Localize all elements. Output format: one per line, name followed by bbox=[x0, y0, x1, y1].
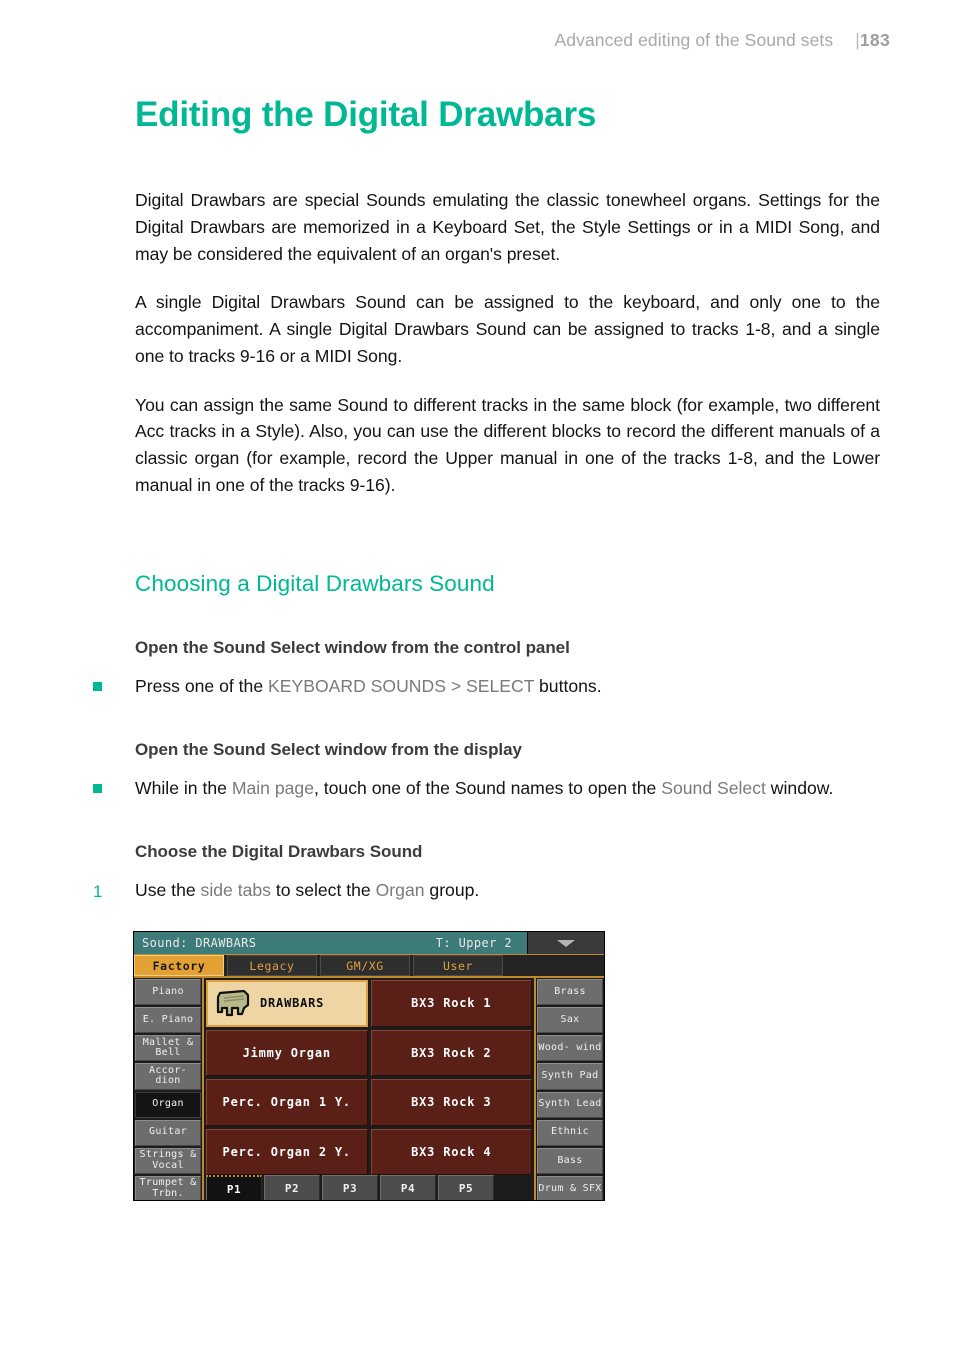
bullet-marker bbox=[93, 673, 135, 699]
side-tab-synth-pad[interactable]: Synth Pad bbox=[537, 1063, 603, 1090]
side-tab-accordion[interactable]: Accor- dion bbox=[135, 1063, 201, 1090]
step-choose-sound: 1 Use the side tabs to select the Organ … bbox=[93, 862, 880, 905]
page-title: Editing the Digital Drawbars bbox=[135, 95, 597, 134]
sound-select-window-figure: Sound: DRAWBARS T: Upper 2 Factory Legac… bbox=[133, 931, 605, 1201]
procedure-title-choose-sound: Choose the Digital Drawbars Sound bbox=[135, 842, 423, 862]
step-suffix: group. bbox=[424, 880, 480, 901]
sound-button-perc-organ-1[interactable]: Perc. Organ 1 Y. bbox=[206, 1079, 368, 1126]
side-tab-e-piano[interactable]: E. Piano bbox=[135, 1007, 201, 1034]
organ-icon bbox=[216, 990, 250, 1017]
side-tab-ethnic[interactable]: Ethnic bbox=[537, 1119, 603, 1146]
side-tab-strings-vocal[interactable]: Strings & Vocal bbox=[135, 1147, 201, 1174]
side-tab-guitar[interactable]: Guitar bbox=[135, 1119, 201, 1146]
step-ui-reference: Main page bbox=[231, 777, 314, 798]
tab-user[interactable]: User bbox=[413, 955, 503, 976]
step-text: Press one of the KEYBOARD SOUNDS > SELEC… bbox=[135, 673, 880, 699]
device-source-tabs: Factory Legacy GM/XG User bbox=[134, 955, 604, 978]
page-tab-p5[interactable]: P5 bbox=[438, 1175, 494, 1200]
bullet-marker bbox=[93, 775, 135, 801]
device-body: Piano E. Piano Mallet & Bell Accor- dion… bbox=[134, 978, 604, 1200]
intro-paragraph-3: You can assign the same Sound to differe… bbox=[135, 394, 880, 495]
page-tab-p3[interactable]: P3 bbox=[322, 1175, 378, 1200]
step-ui-reference-2: Sound Select bbox=[661, 777, 766, 798]
sound-list-panel: DRAWBARS BX3 Rock 1 Jimmy Organ BX3 Rock… bbox=[204, 978, 534, 1200]
side-tab-trumpet-trbn[interactable]: Trumpet & Trbn. bbox=[135, 1175, 201, 1200]
tab-legacy[interactable]: Legacy bbox=[227, 955, 317, 976]
step-mid: , touch one of the Sound names to open t… bbox=[313, 777, 662, 798]
step-number: 1 bbox=[93, 882, 103, 902]
sound-button-perc-organ-2[interactable]: Perc. Organ 2 Y. bbox=[206, 1128, 368, 1175]
step-prefix: While in the bbox=[135, 777, 232, 798]
page-tab-p2[interactable]: P2 bbox=[264, 1175, 320, 1200]
step-suffix: window. bbox=[765, 777, 834, 798]
tab-factory[interactable]: Factory bbox=[134, 955, 224, 976]
page-tab-p4[interactable]: P4 bbox=[380, 1175, 436, 1200]
side-tab-sax[interactable]: Sax bbox=[537, 1007, 603, 1034]
intro-paragraph-2: A single Digital Drawbars Sound can be a… bbox=[135, 292, 880, 366]
sound-button-bx3-rock-1[interactable]: BX3 Rock 1 bbox=[370, 980, 532, 1027]
section-title: Choosing a Digital Drawbars Sound bbox=[135, 570, 495, 596]
step-ui-reference-2: Organ bbox=[375, 880, 425, 901]
right-side-tabs: Brass Sax Wood- wind Synth Pad Synth Lea… bbox=[534, 978, 604, 1200]
device-track-label: T: Upper 2 bbox=[435, 936, 512, 950]
sound-button-label: DRAWBARS bbox=[260, 996, 325, 1011]
content-column: Editing the Digital Drawbars Digital Dra… bbox=[93, 0, 880, 905]
sound-grid: DRAWBARS BX3 Rock 1 Jimmy Organ BX3 Rock… bbox=[204, 978, 534, 1175]
left-side-tabs: Piano E. Piano Mallet & Bell Accor- dion… bbox=[134, 978, 204, 1200]
step-ui-reference: KEYBOARD SOUNDS > SELECT bbox=[268, 675, 535, 696]
sound-button-bx3-rock-3[interactable]: BX3 Rock 3 bbox=[370, 1079, 532, 1126]
square-bullet-icon bbox=[93, 783, 102, 793]
procedure-title-control-panel: Open the Sound Select window from the co… bbox=[135, 637, 570, 657]
side-tab-drum-sfx[interactable]: Drum & SFX bbox=[537, 1175, 603, 1200]
device-menu-button[interactable] bbox=[527, 932, 604, 954]
step-prefix: Press one of the bbox=[135, 675, 269, 696]
sound-button-bx3-rock-2[interactable]: BX3 Rock 2 bbox=[370, 1029, 532, 1076]
tab-gmxg[interactable]: GM/XG bbox=[320, 955, 410, 976]
step-mid: to select the bbox=[270, 880, 376, 901]
step-control-panel: Press one of the KEYBOARD SOUNDS > SELEC… bbox=[93, 658, 880, 699]
square-bullet-icon bbox=[93, 681, 102, 691]
step-text: While in the Main page, touch one of the… bbox=[135, 775, 880, 801]
intro-paragraph-1: Digital Drawbars are special Sounds emul… bbox=[135, 190, 880, 264]
side-tab-woodwind[interactable]: Wood- wind bbox=[537, 1035, 603, 1062]
sound-button-jimmy-organ[interactable]: Jimmy Organ bbox=[206, 1029, 368, 1076]
device-titlebar: Sound: DRAWBARS T: Upper 2 bbox=[134, 932, 604, 955]
procedure-title-display: Open the Sound Select window from the di… bbox=[135, 739, 522, 759]
step-suffix: buttons. bbox=[534, 675, 602, 696]
step-number-marker: 1 bbox=[93, 877, 135, 905]
side-tab-bass[interactable]: Bass bbox=[537, 1147, 603, 1174]
side-tab-piano[interactable]: Piano bbox=[135, 979, 201, 1006]
device-sound-label: Sound: DRAWBARS bbox=[142, 936, 257, 950]
sound-button-bx3-rock-4[interactable]: BX3 Rock 4 bbox=[370, 1128, 532, 1175]
page-tab-p1[interactable]: P1 bbox=[206, 1175, 262, 1200]
step-display: While in the Main page, touch one of the… bbox=[93, 760, 880, 801]
side-tab-synth-lead[interactable]: Synth Lead bbox=[537, 1091, 603, 1118]
side-tab-mallet-bell[interactable]: Mallet & Bell bbox=[135, 1035, 201, 1062]
sound-button-drawbars[interactable]: DRAWBARS bbox=[206, 980, 368, 1027]
step-text: Use the side tabs to select the Organ gr… bbox=[135, 877, 880, 905]
chevron-down-icon bbox=[557, 939, 575, 947]
page-tabs: P1 P2 P3 P4 P5 bbox=[204, 1175, 534, 1200]
step-prefix: Use the bbox=[135, 880, 201, 901]
side-tab-organ[interactable]: Organ bbox=[135, 1091, 201, 1118]
side-tab-brass[interactable]: Brass bbox=[537, 979, 603, 1006]
step-ui-reference: side tabs bbox=[200, 880, 271, 901]
